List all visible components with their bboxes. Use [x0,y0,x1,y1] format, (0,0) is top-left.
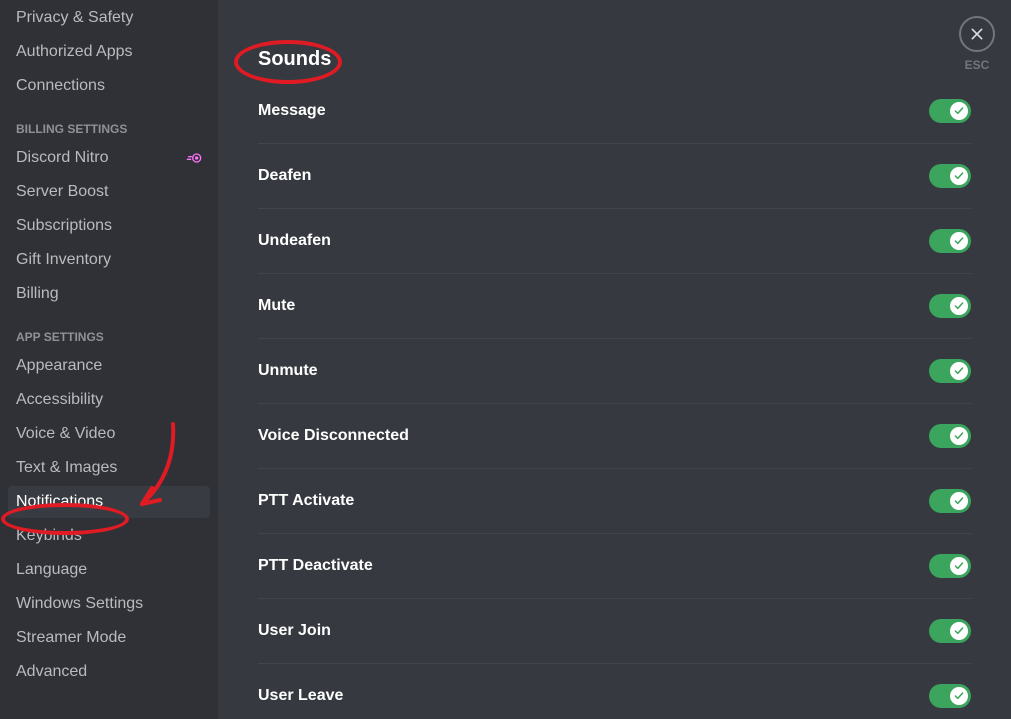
sidebar-item-advanced[interactable]: Advanced [8,656,210,688]
sidebar-item-voice-video[interactable]: Voice & Video [8,418,210,450]
toggle-knob [950,232,968,250]
sound-toggle-voice-disconnected[interactable] [929,424,971,448]
sound-row: User Join [258,599,971,664]
sound-row: PTT Deactivate [258,534,971,599]
sound-label: Unmute [258,362,318,380]
sidebar-item-streamer-mode[interactable]: Streamer Mode [8,622,210,654]
sidebar-item-subscriptions[interactable]: Subscriptions [8,210,210,242]
sound-row: Message [258,75,971,144]
sidebar-header-app: APP SETTINGS [8,312,210,348]
section-title-sounds: Sounds [258,48,971,71]
sidebar-item-gift-inventory[interactable]: Gift Inventory [8,244,210,276]
sound-toggle-mute[interactable] [929,294,971,318]
check-icon [953,235,965,247]
toggle-knob [950,492,968,510]
sidebar-item-notifications[interactable]: Notifications [8,486,210,518]
sidebar-item-label: Text & Images [16,459,117,477]
close-area: ESC [959,16,995,72]
sound-row: Voice Disconnected [258,404,971,469]
toggle-knob [950,557,968,575]
nitro-badge-icon [186,151,202,165]
sidebar-item-windows-settings[interactable]: Windows Settings [8,588,210,620]
sidebar-item-label: Windows Settings [16,595,143,613]
check-icon [953,170,965,182]
sidebar-item-connections[interactable]: Connections [8,70,210,102]
sidebar-item-label: Connections [16,77,105,95]
sidebar-item-label: Gift Inventory [16,251,111,269]
sidebar-item-label: Server Boost [16,183,108,201]
close-icon [969,26,985,42]
close-button[interactable] [959,16,995,52]
sound-label: PTT Deactivate [258,557,373,575]
sound-toggle-unmute[interactable] [929,359,971,383]
sidebar-item-label: Keybinds [16,527,82,545]
sound-label: Deafen [258,167,311,185]
sidebar-item-authorized-apps[interactable]: Authorized Apps [8,36,210,68]
toggle-knob [950,427,968,445]
toggle-knob [950,687,968,705]
toggle-knob [950,362,968,380]
sidebar-item-text-images[interactable]: Text & Images [8,452,210,484]
check-icon [953,625,965,637]
sidebar-item-label: Accessibility [16,391,103,409]
check-icon [953,300,965,312]
sound-toggle-ptt-deactivate[interactable] [929,554,971,578]
check-icon [953,365,965,377]
sound-label: Voice Disconnected [258,427,409,445]
sidebar-item-language[interactable]: Language [8,554,210,586]
sidebar-header-billing: BILLING SETTINGS [8,104,210,140]
sidebar-item-privacy-safety[interactable]: Privacy & Safety [8,2,210,34]
toggle-knob [950,622,968,640]
sound-label: Undeafen [258,232,331,250]
sound-toggle-undeafen[interactable] [929,229,971,253]
sound-row: Unmute [258,339,971,404]
sidebar-item-label: Advanced [16,663,87,681]
esc-label: ESC [965,58,990,72]
check-icon [953,495,965,507]
sound-row: Undeafen [258,209,971,274]
sound-toggle-message[interactable] [929,99,971,123]
settings-main: Sounds Message Deafen Undeafen Mute Unmute Vo… [218,0,1011,719]
sidebar-item-label: Subscriptions [16,217,112,235]
sidebar-item-label: Authorized Apps [16,43,133,61]
sidebar-item-label: Privacy & Safety [16,9,133,27]
sound-row: User Leave [258,664,971,719]
sidebar-item-appearance[interactable]: Appearance [8,350,210,382]
sound-toggle-ptt-activate[interactable] [929,489,971,513]
sidebar-item-label: Billing [16,285,59,303]
check-icon [953,690,965,702]
check-icon [953,560,965,572]
sound-label: PTT Activate [258,492,354,510]
sidebar-item-accessibility[interactable]: Accessibility [8,384,210,416]
sound-label: User Leave [258,687,343,705]
sidebar-item-label: Language [16,561,87,579]
sidebar-item-discord-nitro[interactable]: Discord Nitro [8,142,210,174]
sound-toggle-user-leave[interactable] [929,684,971,708]
sidebar-item-billing[interactable]: Billing [8,278,210,310]
check-icon [953,430,965,442]
sound-row: PTT Activate [258,469,971,534]
sidebar-item-server-boost[interactable]: Server Boost [8,176,210,208]
sound-toggle-user-join[interactable] [929,619,971,643]
sidebar-item-label: Discord Nitro [16,149,108,167]
sidebar-item-label: Notifications [16,493,103,511]
sound-row: Deafen [258,144,971,209]
sound-label: Mute [258,297,295,315]
toggle-knob [950,167,968,185]
toggle-knob [950,297,968,315]
settings-sidebar: Privacy & Safety Authorized Apps Connectio… [0,0,218,719]
sound-row: Mute [258,274,971,339]
sidebar-item-label: Streamer Mode [16,629,126,647]
toggle-knob [950,102,968,120]
sidebar-item-keybinds[interactable]: Keybinds [8,520,210,552]
sound-label: Message [258,102,326,120]
sound-label: User Join [258,622,331,640]
sound-toggle-deafen[interactable] [929,164,971,188]
sidebar-item-label: Appearance [16,357,102,375]
check-icon [953,105,965,117]
sidebar-item-label: Voice & Video [16,425,115,443]
